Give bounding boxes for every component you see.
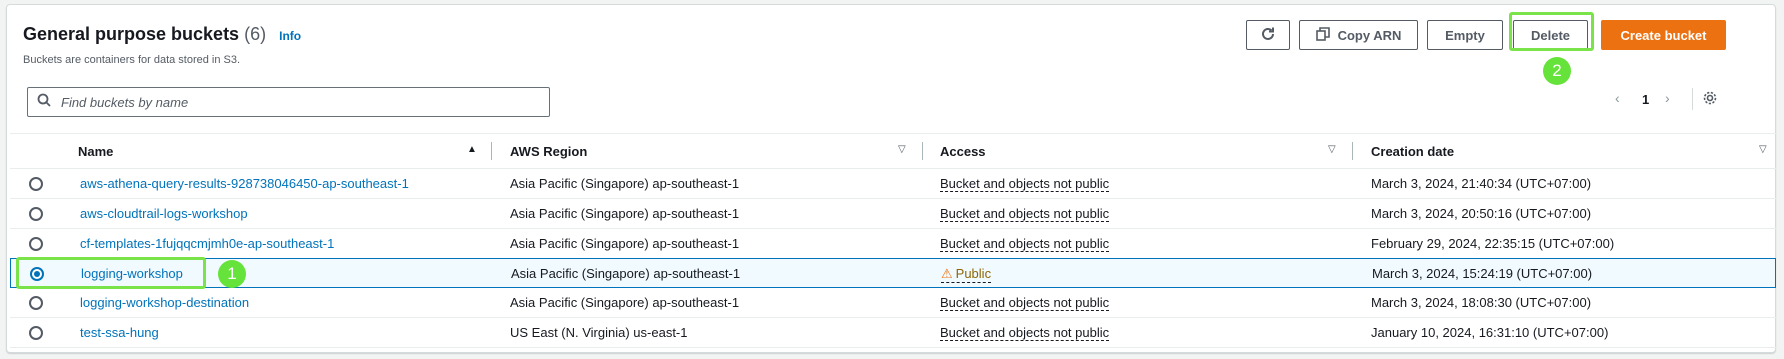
table-row-selected[interactable]: logging-workshop Asia Pacific (Singapore… <box>10 258 1776 288</box>
bucket-name-link[interactable]: cf-templates-1fujqqcmjmh0e-ap-southeast-… <box>80 236 334 251</box>
bucket-access[interactable]: Bucket and objects not public <box>940 236 1110 252</box>
page-description: Buckets are containers for data stored i… <box>23 54 241 66</box>
copy-arn-button[interactable]: Copy ARN <box>1299 20 1418 50</box>
current-page[interactable]: 1 <box>1642 92 1649 107</box>
column-divider <box>1352 142 1353 160</box>
sort-icon[interactable]: ▽ <box>1328 144 1336 155</box>
bucket-access[interactable]: Bucket and objects not public <box>940 176 1110 192</box>
bucket-region: US East (N. Virginia) us-east-1 <box>510 325 688 340</box>
bucket-access[interactable]: Bucket and objects not public <box>940 206 1110 222</box>
sort-icon[interactable]: ▽ <box>1759 144 1767 155</box>
row-radio[interactable] <box>29 326 43 340</box>
empty-button[interactable]: Empty <box>1427 20 1503 50</box>
step-badge-2: 2 <box>1543 57 1571 85</box>
copy-arn-label: Copy ARN <box>1337 27 1402 43</box>
bucket-created: March 3, 2024, 21:40:34 (UTC+07:00) <box>1371 176 1592 191</box>
title-text: General purpose buckets <box>23 24 240 44</box>
search-input[interactable] <box>59 93 529 111</box>
bucket-count: (6) <box>244 24 267 44</box>
refresh-button[interactable] <box>1246 20 1290 50</box>
bucket-created: March 3, 2024, 18:08:30 (UTC+07:00) <box>1371 295 1592 310</box>
column-region[interactable]: AWS Region <box>510 144 587 159</box>
sort-icon[interactable]: ▽ <box>898 144 906 155</box>
bucket-region: Asia Pacific (Singapore) ap-southeast-1 <box>510 295 740 310</box>
bucket-name-link[interactable]: test-ssa-hung <box>80 325 159 340</box>
bucket-region: Asia Pacific (Singapore) ap-southeast-1 <box>510 176 740 191</box>
create-bucket-button[interactable]: Create bucket <box>1601 20 1726 50</box>
public-label: Public <box>955 266 992 281</box>
column-divider <box>922 142 923 160</box>
sort-ascending-icon[interactable]: ▲ <box>467 144 477 155</box>
prev-page-icon[interactable]: ‹ <box>1615 90 1620 106</box>
bucket-access[interactable]: Bucket and objects not public <box>940 295 1110 311</box>
table-header: Name ▲ AWS Region ▽ Access ▽ Creation da… <box>10 133 1776 169</box>
page-title: General purpose buckets (6) Info <box>23 24 301 45</box>
settings-gear-icon[interactable] <box>1702 90 1718 111</box>
bucket-region: Asia Pacific (Singapore) ap-southeast-1 <box>510 236 740 251</box>
row-radio[interactable] <box>29 177 43 191</box>
row-radio[interactable] <box>30 267 44 281</box>
column-access[interactable]: Access <box>940 144 986 159</box>
bucket-created: March 3, 2024, 15:24:19 (UTC+07:00) <box>1372 266 1593 281</box>
bucket-name-link[interactable]: logging-workshop-destination <box>80 295 249 310</box>
bucket-name-link[interactable]: aws-cloudtrail-logs-workshop <box>80 206 248 221</box>
bucket-name-link[interactable]: logging-workshop <box>81 266 183 281</box>
column-divider <box>491 142 492 160</box>
column-creation-date[interactable]: Creation date <box>1371 144 1454 159</box>
bucket-name-link[interactable]: aws-athena-query-results-928738046450-ap… <box>80 176 409 191</box>
copy-icon <box>1315 26 1330 44</box>
bucket-region: Asia Pacific (Singapore) ap-southeast-1 <box>511 266 741 281</box>
row-radio[interactable] <box>29 237 43 251</box>
bucket-access[interactable]: Bucket and objects not public <box>940 325 1110 341</box>
row-radio[interactable] <box>29 296 43 310</box>
next-page-icon[interactable]: › <box>1665 90 1670 106</box>
bucket-created: January 10, 2024, 16:31:10 (UTC+07:00) <box>1371 325 1609 340</box>
search-icon <box>37 93 51 112</box>
table-row[interactable]: logging-workshop-destination Asia Pacifi… <box>10 288 1776 318</box>
warning-icon: ⚠ <box>941 266 953 281</box>
column-name[interactable]: Name <box>78 144 113 159</box>
search-box[interactable] <box>27 87 550 117</box>
step-badge-1: 1 <box>218 260 246 288</box>
table-row[interactable]: test-ssa-hung US East (N. Virginia) us-e… <box>10 318 1776 348</box>
refresh-icon <box>1260 26 1276 45</box>
bucket-region: Asia Pacific (Singapore) ap-southeast-1 <box>510 206 740 221</box>
pager-divider <box>1692 88 1693 110</box>
info-link[interactable]: Info <box>279 29 301 43</box>
bucket-access-public[interactable]: ⚠ Public <box>941 266 992 283</box>
table-row[interactable]: aws-athena-query-results-928738046450-ap… <box>10 169 1776 199</box>
bucket-created: February 29, 2024, 22:35:15 (UTC+07:00) <box>1371 236 1615 251</box>
table-row[interactable]: aws-cloudtrail-logs-workshop Asia Pacifi… <box>10 199 1776 229</box>
row-radio[interactable] <box>29 207 43 221</box>
bucket-created: March 3, 2024, 20:50:16 (UTC+07:00) <box>1371 206 1592 221</box>
table-row[interactable]: cf-templates-1fujqqcmjmh0e-ap-southeast-… <box>10 229 1776 259</box>
delete-button[interactable]: Delete <box>1513 20 1588 50</box>
